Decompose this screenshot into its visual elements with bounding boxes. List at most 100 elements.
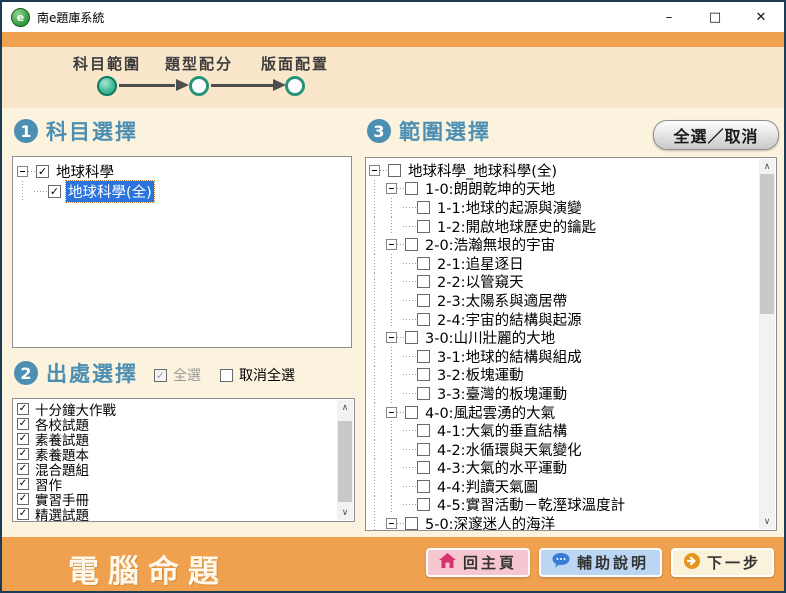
tree-collapse-icon[interactable] bbox=[386, 407, 397, 418]
scroll-down-icon[interactable]: ∨ bbox=[337, 505, 353, 520]
tree-row[interactable]: 4-2:水循環與天氣變化 bbox=[369, 440, 758, 459]
tree-row[interactable]: 5-0:深邃迷人的海洋 bbox=[369, 514, 758, 531]
checkbox[interactable]: ✓ bbox=[17, 418, 29, 430]
deselect-all-checkbox[interactable] bbox=[220, 369, 233, 382]
tree-connector bbox=[403, 273, 416, 292]
checkbox[interactable]: ✓ bbox=[17, 463, 29, 475]
tree-row[interactable]: 2-0:浩瀚無垠的宇宙 bbox=[369, 235, 758, 254]
checkbox[interactable] bbox=[417, 387, 430, 400]
tree-row[interactable]: 3-2:板塊運動 bbox=[369, 366, 758, 385]
checkbox[interactable] bbox=[405, 331, 418, 344]
tree-row[interactable]: 2-4:宇宙的結構與起源 bbox=[369, 310, 758, 329]
tree-row[interactable]: 2-2:以管窺天 bbox=[369, 273, 758, 292]
checkbox[interactable] bbox=[417, 443, 430, 456]
tree-collapse-icon[interactable] bbox=[386, 332, 397, 343]
select-all-toggle-button[interactable]: 全選／取消 bbox=[653, 120, 779, 150]
tree-connector bbox=[403, 291, 416, 310]
tree-row[interactable]: 2-3:太陽系與適居帶 bbox=[369, 291, 758, 310]
minus-glyph bbox=[20, 171, 25, 172]
checkbox[interactable]: ✓ bbox=[17, 448, 29, 460]
scrollbar-thumb[interactable] bbox=[338, 421, 352, 502]
checkbox[interactable] bbox=[417, 498, 430, 511]
select-all-checkbox[interactable]: ✓ bbox=[154, 369, 167, 382]
checkbox[interactable] bbox=[388, 164, 401, 177]
checkbox[interactable] bbox=[405, 517, 418, 530]
tree-row[interactable]: 3-1:地球的結構與組成 bbox=[369, 347, 758, 366]
checkbox[interactable] bbox=[405, 238, 418, 251]
tree-row[interactable]: 4-3:大氣的水平運動 bbox=[369, 459, 758, 478]
scroll-up-icon[interactable]: ∧ bbox=[759, 159, 775, 174]
checkbox[interactable] bbox=[417, 275, 430, 288]
checkbox[interactable] bbox=[417, 480, 430, 493]
checkbox[interactable]: ✓ bbox=[17, 478, 29, 490]
section-number-badge: 3 bbox=[367, 119, 391, 143]
tree-row[interactable]: 地球科學_地球科學(全) bbox=[369, 161, 758, 180]
checkbox[interactable] bbox=[417, 313, 430, 326]
step-circle-2 bbox=[189, 76, 209, 96]
tree-row[interactable]: 2-1:追星逐日 bbox=[369, 254, 758, 273]
tree-guide-line bbox=[386, 421, 403, 440]
tree-row[interactable]: 4-0:風起雲湧的大氣 bbox=[369, 403, 758, 422]
tree-row[interactable]: 1-1:地球的起源與演變 bbox=[369, 198, 758, 217]
checkbox[interactable] bbox=[417, 350, 430, 363]
tree-guide-line bbox=[369, 254, 386, 273]
checkbox[interactable]: ✓ bbox=[36, 165, 49, 178]
checkbox[interactable]: ✓ bbox=[17, 493, 29, 505]
tree-collapse-icon[interactable] bbox=[386, 183, 397, 194]
list-item[interactable]: ✓ bbox=[16, 521, 336, 522]
tree-collapse-icon[interactable] bbox=[17, 166, 28, 177]
tree-connector bbox=[28, 161, 35, 181]
tree-row[interactable]: 1-2:開啟地球歷史的鑰匙 bbox=[369, 217, 758, 236]
tree-row[interactable]: 4-5:實習活動－乾溼球溫度計 bbox=[369, 496, 758, 515]
tree-row[interactable]: ✓ 地球科學 bbox=[17, 161, 347, 181]
checkbox[interactable] bbox=[417, 461, 430, 474]
checkbox[interactable]: ✓ bbox=[17, 403, 29, 415]
section-title: 科目選擇 bbox=[46, 116, 138, 146]
checkbox[interactable]: ✓ bbox=[17, 508, 29, 520]
tree-row[interactable]: 1-0:朗朗乾坤的天地 bbox=[369, 180, 758, 199]
tree-collapse-icon[interactable] bbox=[369, 165, 380, 176]
tree-row[interactable]: 4-4:判讀天氣圖 bbox=[369, 477, 758, 496]
range-scrollbar[interactable]: ∧ ∨ bbox=[759, 159, 775, 529]
tree-item-label[interactable]: 地球科學 bbox=[54, 161, 116, 182]
scroll-up-icon[interactable]: ∧ bbox=[337, 400, 353, 415]
home-button-label: 回主頁 bbox=[463, 552, 517, 573]
tree-item-label[interactable]: 5-0:深邃迷人的海洋 bbox=[423, 513, 557, 531]
checkbox[interactable] bbox=[417, 220, 430, 233]
checkbox[interactable] bbox=[417, 257, 430, 270]
tree-item-label[interactable]: 地球科學(全) bbox=[66, 181, 154, 202]
list-item-label[interactable]: 精選試題 bbox=[33, 504, 91, 523]
minimize-button[interactable]: – bbox=[646, 2, 692, 32]
checkbox[interactable]: ✓ bbox=[17, 433, 29, 445]
checkbox[interactable] bbox=[405, 406, 418, 419]
scrollbar-thumb[interactable] bbox=[760, 174, 774, 314]
tree-row[interactable]: 3-0:山川壯麗的大地 bbox=[369, 328, 758, 347]
app-logo-icon: e bbox=[11, 8, 30, 27]
scroll-down-icon[interactable]: ∨ bbox=[759, 514, 775, 529]
tree-collapse-icon[interactable] bbox=[386, 239, 397, 250]
help-button[interactable]: 輔助說明 bbox=[539, 548, 662, 577]
checkbox[interactable] bbox=[417, 424, 430, 437]
section-number-badge: 2 bbox=[14, 361, 38, 385]
maximize-button[interactable]: □ bbox=[692, 2, 738, 32]
list-item[interactable]: ✓混合題組 bbox=[16, 461, 336, 476]
list-item[interactable]: ✓精選試題 bbox=[16, 506, 336, 521]
checkbox[interactable]: ✓ bbox=[48, 185, 61, 198]
tree-row[interactable]: ✓ 地球科學(全) bbox=[17, 181, 347, 201]
next-step-button[interactable]: 下一步 bbox=[671, 548, 774, 577]
checkbox[interactable] bbox=[417, 201, 430, 214]
tree-connector bbox=[397, 514, 404, 531]
close-button[interactable]: ✕ bbox=[738, 2, 784, 32]
checkbox[interactable] bbox=[417, 368, 430, 381]
step-indicator: 科目範圍 題型配分 版面配置 bbox=[2, 47, 784, 109]
tree-collapse-icon[interactable] bbox=[386, 518, 397, 529]
tree-connector bbox=[397, 403, 404, 422]
minus-glyph bbox=[389, 523, 394, 524]
source-scrollbar[interactable]: ∧ ∨ bbox=[337, 400, 353, 520]
tree-row[interactable]: 3-3:臺灣的板塊運動 bbox=[369, 384, 758, 403]
checkbox[interactable] bbox=[417, 294, 430, 307]
tree-guide-line bbox=[386, 384, 403, 403]
checkbox[interactable] bbox=[405, 182, 418, 195]
tree-row[interactable]: 4-1:大氣的垂直結構 bbox=[369, 421, 758, 440]
home-button[interactable]: 回主頁 bbox=[426, 548, 530, 577]
